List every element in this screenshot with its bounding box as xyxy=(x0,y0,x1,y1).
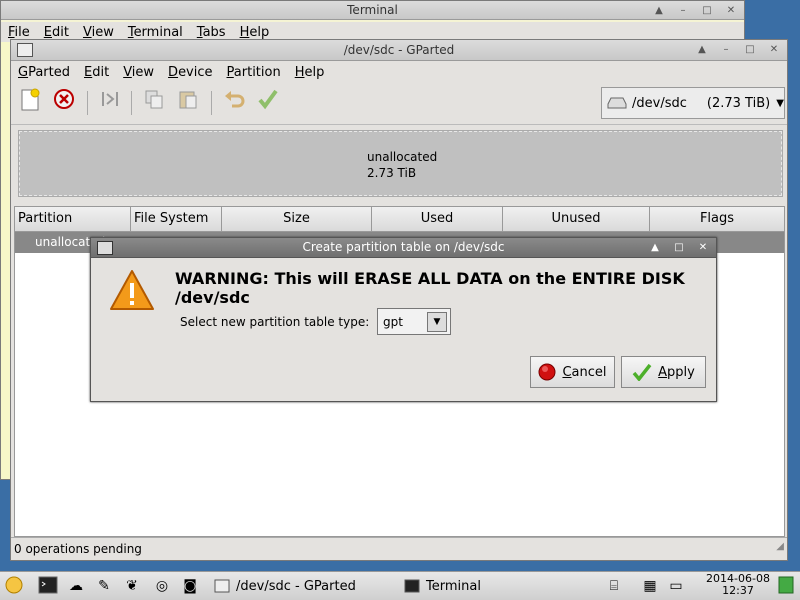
clock-time: 12:37 xyxy=(722,584,754,597)
resize-grip-icon: ◢ xyxy=(776,541,784,552)
partition-table-header: Partition File System Size Used Unused F… xyxy=(15,207,784,232)
warning-icon xyxy=(108,268,156,316)
device-name: /dev/sdc xyxy=(632,95,687,111)
task-gparted[interactable]: /dev/sdc - GParted xyxy=(214,575,356,597)
start-menu-icon[interactable] xyxy=(4,576,24,596)
chevron-down-icon: ▼ xyxy=(427,311,447,332)
terminal-menu-view[interactable]: View xyxy=(76,25,121,40)
check-icon xyxy=(632,363,652,381)
delete-partition-button[interactable] xyxy=(49,88,79,118)
apply-button[interactable]: Apply xyxy=(621,356,706,388)
terminal-menu-file[interactable]: File xyxy=(1,25,37,40)
col-size[interactable]: Size xyxy=(222,207,372,231)
gparted-menubar: GParted Edit View Device Partition Help xyxy=(11,62,787,82)
terminal-titlebar[interactable]: Terminal ▲ – □ ✕ xyxy=(1,1,744,20)
delete-icon xyxy=(54,89,74,109)
device-size: (2.73 TiB) xyxy=(706,95,771,111)
table-type-label: Select new partition table type: xyxy=(180,315,370,329)
terminal-menu-help[interactable]: Help xyxy=(233,25,277,40)
browser-launcher-icon[interactable]: ◙ xyxy=(180,576,200,596)
gparted-close-button[interactable]: ✕ xyxy=(763,41,785,58)
menu-edit[interactable]: Edit xyxy=(77,65,116,80)
check-icon xyxy=(258,89,278,110)
disk-graphic-size: 2.73 TiB xyxy=(367,166,417,180)
gparted-maximize-button[interactable]: □ xyxy=(739,41,761,58)
gparted-app-icon xyxy=(17,43,33,57)
apply-all-button[interactable] xyxy=(253,88,283,118)
undo-icon xyxy=(225,91,245,108)
dialog-title: Create partition table on /dev/sdc xyxy=(302,240,505,254)
workspace-switcher-icon[interactable]: ▦ xyxy=(640,576,660,596)
disk-graphic[interactable]: unallocated 2.73 TiB xyxy=(18,130,783,197)
dialog-app-icon xyxy=(97,241,113,255)
disc-launcher-icon[interactable]: ◎ xyxy=(152,576,172,596)
col-partition[interactable]: Partition xyxy=(15,207,131,231)
task-gparted-label: /dev/sdc - GParted xyxy=(236,578,356,594)
menu-partition[interactable]: Partition xyxy=(220,65,288,80)
dialog-shade-button[interactable]: ▲ xyxy=(644,239,666,256)
folder-icon[interactable]: ▭ xyxy=(666,576,686,596)
stop-icon xyxy=(538,363,556,381)
dialog-maximize-button[interactable]: □ xyxy=(668,239,690,256)
dialog-close-button[interactable]: ✕ xyxy=(692,239,714,256)
table-type-value: gpt xyxy=(383,314,403,329)
col-flags[interactable]: Flags xyxy=(650,207,784,231)
dialog-titlebar[interactable]: Create partition table on /dev/sdc ▲ □ ✕ xyxy=(91,238,716,258)
terminal-menu-terminal[interactable]: Terminal xyxy=(121,25,190,40)
gparted-title: /dev/sdc - GParted xyxy=(343,43,455,57)
task-terminal-label: Terminal xyxy=(426,578,481,594)
leaf-launcher-icon[interactable]: ❦ xyxy=(122,576,142,596)
cancel-button[interactable]: Cancel xyxy=(530,356,615,388)
paste-icon xyxy=(179,91,197,109)
col-used[interactable]: Used xyxy=(372,207,503,231)
menu-device[interactable]: Device xyxy=(161,65,219,80)
status-bar: 0 operations pending ◢ xyxy=(11,537,787,560)
new-partition-button[interactable] xyxy=(15,88,45,118)
terminal-maximize-button[interactable]: □ xyxy=(696,2,718,19)
menu-help[interactable]: Help xyxy=(288,65,332,80)
gparted-titlebar[interactable]: /dev/sdc - GParted ▲ – □ ✕ xyxy=(11,40,787,61)
new-icon xyxy=(21,88,40,111)
gparted-shade-button[interactable]: ▲ xyxy=(691,41,713,58)
network-status-icon[interactable]: ⌸ xyxy=(604,576,624,596)
undo-button[interactable] xyxy=(219,88,249,118)
table-type-select[interactable]: gpt ▼ xyxy=(377,308,451,335)
resize-move-button[interactable] xyxy=(95,88,125,118)
toolbar: /dev/sdc (2.73 TiB) ▼ xyxy=(11,84,787,125)
terminal-launcher-icon[interactable] xyxy=(38,576,58,596)
menu-gparted[interactable]: GParted xyxy=(11,65,77,80)
gparted-task-icon xyxy=(214,579,230,593)
menu-view[interactable]: View xyxy=(116,65,161,80)
cancel-label: Cancel xyxy=(562,364,607,380)
device-selector[interactable]: /dev/sdc (2.73 TiB) ▼ xyxy=(601,87,785,119)
chevron-down-icon: ▼ xyxy=(776,97,784,109)
clock[interactable]: 2014-06-08 12:37 xyxy=(706,573,770,597)
terminal-menu-tabs[interactable]: Tabs xyxy=(190,25,233,40)
apply-label: Apply xyxy=(658,364,695,380)
terminal-close-button[interactable]: ✕ xyxy=(720,2,742,19)
resize-icon xyxy=(102,92,118,106)
terminal-title: Terminal xyxy=(347,3,398,17)
exit-icon[interactable] xyxy=(776,576,796,596)
copy-icon xyxy=(145,90,163,109)
copy-button[interactable] xyxy=(139,88,169,118)
status-text: 0 operations pending xyxy=(14,542,142,556)
paste-button[interactable] xyxy=(173,88,203,118)
network-launcher-icon[interactable]: ☁ xyxy=(66,576,86,596)
harddisk-icon xyxy=(607,97,627,109)
gparted-minimize-button[interactable]: – xyxy=(715,41,737,58)
task-terminal[interactable]: Terminal xyxy=(404,575,481,597)
disk-graphic-label: unallocated xyxy=(367,150,438,164)
taskbar: ☁ ✎ ❦ ◎ ◙ /dev/sdc - GParted Terminal ⌸ … xyxy=(0,571,800,600)
warning-message: WARNING: This will ERASE ALL DATA on the… xyxy=(175,269,685,307)
editor-launcher-icon[interactable]: ✎ xyxy=(94,576,114,596)
terminal-shade-button[interactable]: ▲ xyxy=(648,2,670,19)
terminal-menu-edit[interactable]: Edit xyxy=(37,25,76,40)
terminal-minimize-button[interactable]: – xyxy=(672,2,694,19)
col-filesystem[interactable]: File System xyxy=(131,207,222,231)
terminal-task-icon xyxy=(404,579,420,593)
create-partition-table-dialog: Create partition table on /dev/sdc ▲ □ ✕… xyxy=(90,237,717,402)
col-unused[interactable]: Unused xyxy=(503,207,650,231)
